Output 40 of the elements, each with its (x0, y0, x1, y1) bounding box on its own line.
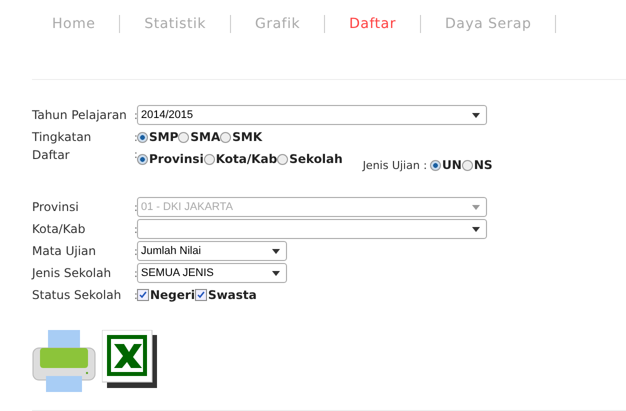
radio-option[interactable]: SMK (220, 130, 262, 144)
checkmark-icon (196, 291, 205, 300)
caret-icon (272, 248, 280, 254)
dropdown[interactable]: SEMUA JENIS (137, 263, 287, 284)
radio-option[interactable]: NS (462, 158, 493, 172)
colon: : (134, 200, 137, 214)
spreadsheet-icon[interactable] (102, 330, 158, 390)
radio-option[interactable]: UN (430, 158, 462, 172)
dropdown[interactable] (137, 219, 487, 240)
printer-icon[interactable] (32, 330, 96, 392)
field-label: Tingkatan (32, 130, 92, 144)
checkbox-option[interactable]: Swasta (194, 288, 257, 302)
radio-option[interactable]: SMP (137, 130, 178, 144)
colon: : (134, 288, 137, 302)
colon: : (134, 148, 137, 162)
radio-option[interactable]: Kota/Kab (204, 152, 278, 166)
field-label: Daftar (32, 148, 71, 162)
radio-option[interactable]: SMA (178, 130, 220, 144)
dropdown[interactable]: 2014/2015 (137, 105, 487, 126)
field-label: Mata Ujian (32, 244, 97, 258)
checkmark-icon (139, 291, 147, 300)
field-label: Status Sekolah (32, 288, 122, 302)
colon: : (134, 130, 137, 144)
field-label: Jenis Ujian : (362, 158, 428, 172)
radio-option[interactable]: Sekolah (277, 152, 343, 166)
checkbox-option[interactable]: Negeri (137, 288, 195, 302)
radio-option[interactable]: Provinsi (137, 152, 204, 166)
caret-icon (472, 204, 480, 210)
field-label: Kota/Kab (32, 222, 86, 236)
colon: : (134, 222, 137, 236)
colon: : (134, 266, 137, 280)
field-label: Jenis Sekolah (32, 266, 112, 280)
colon: : (134, 108, 137, 122)
field-label: Tahun Pelajaran (32, 108, 128, 122)
caret-icon (472, 226, 480, 232)
caret-icon (472, 112, 480, 118)
caret-icon (272, 270, 280, 276)
dropdown[interactable]: Jumlah Nilai (137, 241, 287, 262)
colon: : (134, 244, 137, 258)
field-label: Provinsi (32, 200, 80, 214)
